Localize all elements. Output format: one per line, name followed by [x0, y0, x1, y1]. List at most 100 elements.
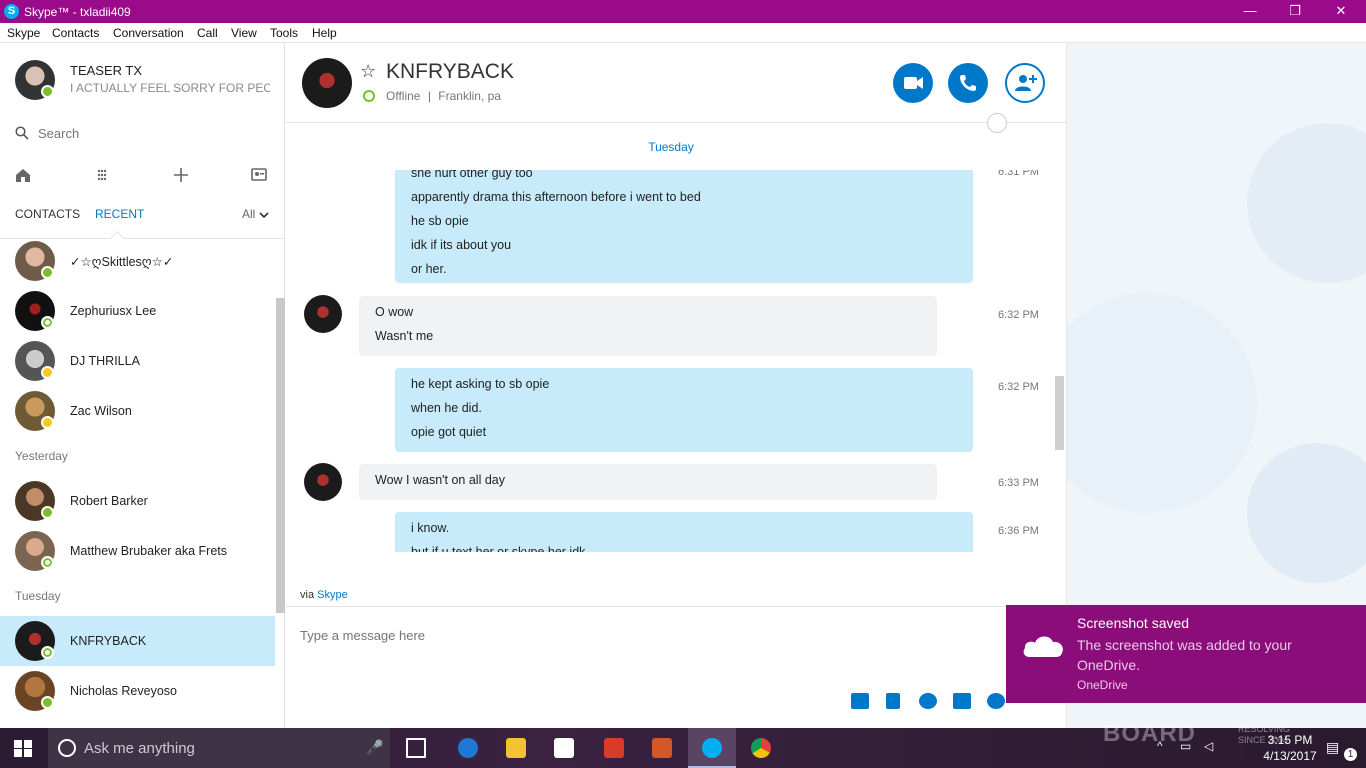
chevron-down-icon	[259, 212, 269, 218]
presence-offline-icon	[41, 556, 54, 569]
screenshot-toast[interactable]: Screenshot saved The screenshot was adde…	[1006, 605, 1366, 703]
contact-card-icon[interactable]	[953, 693, 971, 709]
cortana-icon	[58, 739, 76, 757]
sidebar: TEASER TX I ACTUALLY FEEL SORRY FOR PEOP…	[0, 43, 285, 728]
section-label-yesterday: Yesterday	[15, 449, 68, 463]
search-input[interactable]	[38, 123, 268, 143]
taskbar-skype[interactable]	[688, 728, 736, 768]
compose-divider	[286, 606, 1066, 607]
skype-icon	[702, 738, 722, 758]
header-divider	[286, 122, 1066, 123]
video-message-icon[interactable]	[919, 693, 937, 709]
contact-item[interactable]: Robert Barker	[0, 476, 275, 526]
conversation-status: Offline | Franklin, pa	[386, 89, 501, 103]
profile-name[interactable]: TEASER TX	[70, 63, 142, 78]
status-separator: |	[427, 89, 431, 103]
windows-start-icon[interactable]	[14, 740, 32, 757]
office-app-icon	[652, 738, 672, 758]
taskbar-app-orange[interactable]	[638, 728, 686, 768]
cortana-search-box[interactable]: Ask me anything 🎤	[48, 728, 390, 768]
conversation-title[interactable]: KNFRYBACK	[386, 60, 514, 84]
contact-item-selected[interactable]: KNFRYBACK	[0, 616, 275, 666]
profile-mood[interactable]: I ACTUALLY FEEL SORRY FOR PEOP...	[70, 81, 270, 95]
message-bubble-outgoing[interactable]: i know. but if u text her or skype her i…	[395, 512, 973, 552]
action-center-icon[interactable]: ▤	[1326, 739, 1339, 756]
chrome-icon	[751, 738, 771, 758]
home-icon[interactable]	[13, 166, 33, 184]
message-line: she hurt other guy too	[411, 170, 533, 180]
video-call-button[interactable]	[893, 63, 933, 103]
contact-name: Matthew Brubaker aka Frets	[70, 544, 228, 558]
contact-item[interactable]: DJ THRILLA	[0, 336, 275, 386]
message-bubble-incoming[interactable]: Wow I wasn't on all day	[359, 464, 937, 500]
tab-contacts[interactable]: CONTACTS	[15, 207, 80, 221]
contact-item[interactable]: Matthew Brubaker aka Frets	[0, 526, 275, 576]
menu-tools[interactable]: Tools	[270, 26, 298, 40]
audio-call-button[interactable]	[948, 63, 988, 103]
contact-name: ✓☆ღSkittlesღ☆✓	[70, 255, 174, 269]
message-line: when he did.	[411, 401, 482, 415]
conversation-scrollbar[interactable]	[1055, 376, 1064, 450]
message-bubble-outgoing[interactable]: she hurt other guy too apparently drama …	[395, 170, 973, 283]
message-line: idk if its about you	[411, 238, 512, 252]
taskbar-edge[interactable]	[444, 728, 492, 768]
document-icon[interactable]	[886, 693, 900, 709]
contact-item[interactable]: ✓☆ღSkittlesღ☆✓	[0, 236, 275, 286]
plus-icon[interactable]	[171, 166, 191, 184]
conversation-avatar[interactable]	[302, 58, 352, 108]
send-file-icon[interactable]	[851, 693, 869, 709]
task-view-button[interactable]	[392, 728, 440, 768]
favorite-star-icon[interactable]: ☆	[360, 61, 376, 82]
volume-icon[interactable]: ◁	[1204, 739, 1213, 753]
message-line: apparently drama this afternoon before i…	[411, 190, 701, 204]
presence-online-icon	[41, 266, 54, 279]
contact-item[interactable]: Zac Wilson	[0, 386, 275, 436]
emoticon-icon[interactable]	[987, 693, 1005, 709]
menu-contacts[interactable]: Contacts	[52, 26, 99, 40]
taskbar-store[interactable]	[540, 728, 588, 768]
video-camera-icon	[904, 77, 923, 89]
globe-icon[interactable]	[987, 113, 1007, 133]
menu-skype[interactable]: Skype	[7, 26, 40, 40]
contact-name: Zac Wilson	[70, 404, 132, 418]
menu-help[interactable]: Help	[312, 26, 337, 40]
sender-avatar[interactable]	[304, 295, 342, 333]
sender-avatar[interactable]	[304, 463, 342, 501]
taskbar-file-explorer[interactable]	[492, 728, 540, 768]
window-title: Skype™ - txladii409	[24, 5, 131, 19]
message-list[interactable]: she hurt other guy too apparently drama …	[286, 170, 1066, 552]
toast-title: Screenshot saved	[1077, 615, 1190, 631]
menu-view[interactable]: View	[231, 26, 257, 40]
message-line: O wow	[375, 305, 414, 319]
add-people-button[interactable]	[1005, 63, 1045, 103]
contact-name: Nicholas Reveyoso	[70, 684, 177, 698]
message-bubble-incoming[interactable]: O wow Wasn't me	[359, 296, 937, 356]
message-input[interactable]	[300, 625, 1000, 645]
sidebar-scrollbar[interactable]	[276, 298, 285, 613]
taskbar-app-red[interactable]	[590, 728, 638, 768]
close-button[interactable]: ✕	[1318, 2, 1364, 22]
dialpad-icon[interactable]	[92, 166, 112, 184]
menu-call[interactable]: Call	[197, 26, 218, 40]
filter-all-dropdown[interactable]: All	[242, 207, 269, 221]
presence-online-icon	[41, 696, 54, 709]
taskbar-chrome[interactable]	[737, 728, 785, 768]
message-bubble-outgoing[interactable]: he kept asking to sb opie when he did. o…	[395, 368, 973, 452]
onedrive-cloud-icon	[1023, 636, 1063, 657]
filter-all-label: All	[242, 207, 256, 221]
microphone-icon[interactable]: 🎤	[366, 739, 383, 756]
via-skype-link[interactable]: Skype	[317, 589, 348, 601]
store-icon	[554, 738, 574, 758]
menu-conversation[interactable]: Conversation	[113, 26, 184, 40]
contact-item[interactable]: Nicholas Reveyoso	[0, 666, 275, 716]
tab-recent[interactable]: RECENT	[95, 207, 144, 221]
contacts-card-icon[interactable]	[248, 166, 268, 184]
presence-offline-icon	[41, 646, 54, 659]
contact-item[interactable]: Zephuriusx Lee	[0, 286, 275, 336]
minimize-button[interactable]: —	[1227, 2, 1273, 22]
watermark-line: SINCE 2004	[1238, 735, 1289, 745]
restore-button[interactable]: ❐	[1272, 2, 1318, 22]
add-person-icon	[1015, 75, 1037, 91]
watermark-line: RESOLVING	[1238, 724, 1290, 734]
presence-offline-icon	[41, 316, 54, 329]
